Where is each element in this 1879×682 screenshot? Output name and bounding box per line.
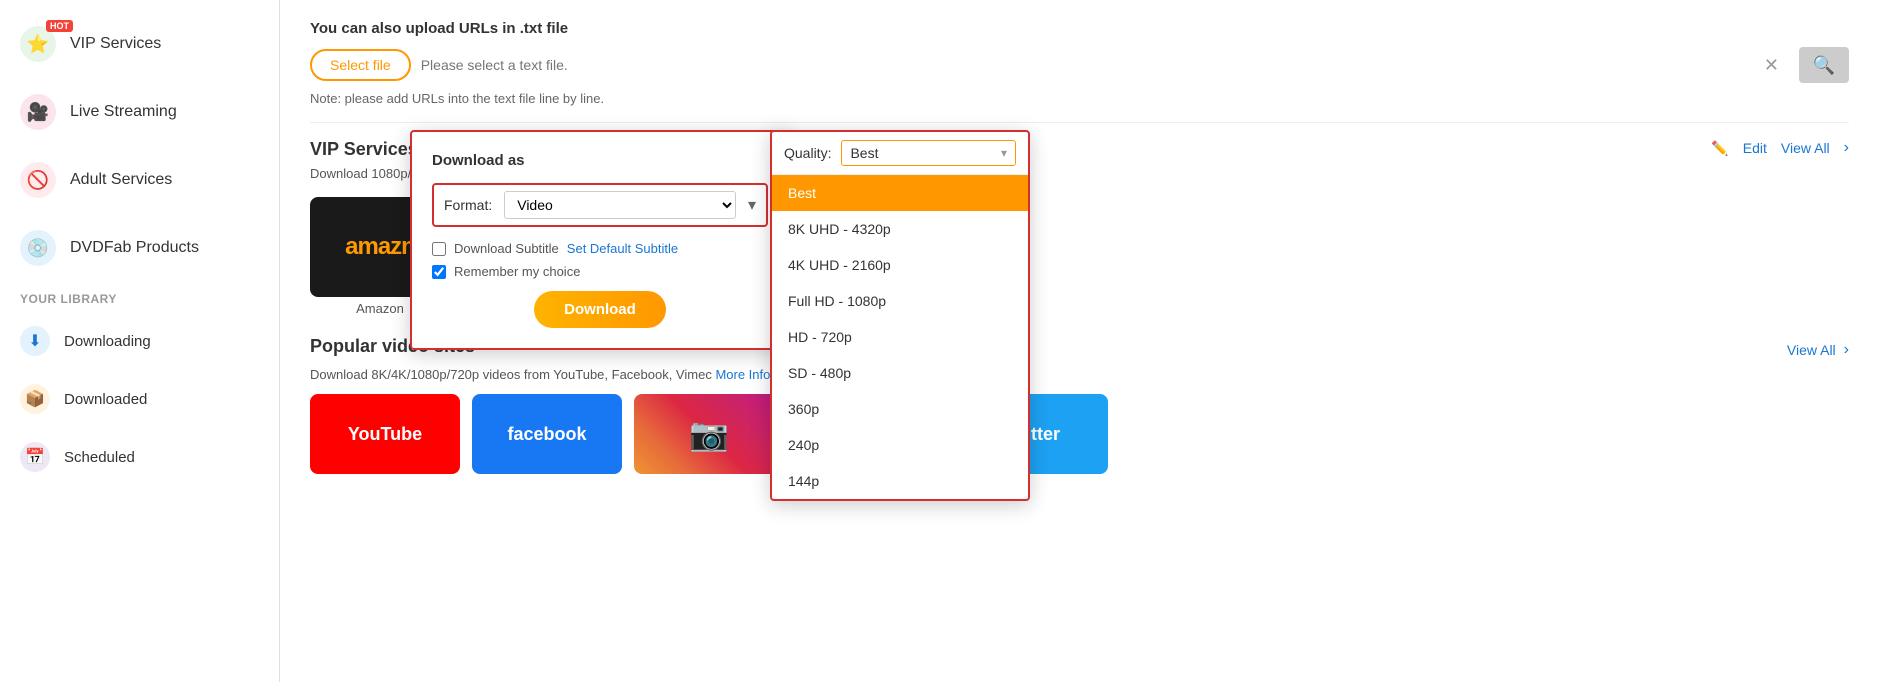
- library-section-label: YOUR LIBRARY: [0, 282, 279, 312]
- quality-option-4k[interactable]: 4K UHD - 2160p: [772, 247, 1028, 283]
- subtitle-label: Download Subtitle: [454, 241, 559, 256]
- url-text-input[interactable]: [421, 57, 1754, 73]
- youtube-logo: YouTube: [348, 424, 422, 445]
- downloading-icon: ⬇: [20, 326, 50, 356]
- hot-badge: HOT: [46, 20, 73, 32]
- sidebar-item-dvdfab-products[interactable]: 💿 DVDFab Products: [0, 214, 279, 282]
- quality-dropdown: Quality: Best ▾ Best8K UHD - 4320p4K UHD…: [770, 130, 1030, 501]
- quality-option-hd[interactable]: HD - 720p: [772, 319, 1028, 355]
- quality-option-best[interactable]: Best: [772, 175, 1028, 211]
- sidebar-item-scheduled[interactable]: 📅 Scheduled: [0, 428, 279, 486]
- sidebar-lib-label: Scheduled: [64, 449, 135, 466]
- downloaded-icon: 📦: [20, 384, 50, 414]
- vip-section-subtitle: Download 1080p/7: [310, 166, 418, 181]
- select-file-button[interactable]: Select file: [310, 49, 411, 81]
- set-default-subtitle-link[interactable]: Set Default Subtitle: [567, 241, 678, 256]
- sidebar-item-label: Adult Services: [70, 171, 172, 189]
- sidebar-item-downloading[interactable]: ⬇ Downloading: [0, 312, 279, 370]
- url-upload-title: You can also upload URLs in .txt file: [310, 20, 1849, 37]
- close-icon[interactable]: ✕: [1764, 55, 1779, 76]
- download-dialog-title: Download as: [432, 152, 768, 169]
- download-button[interactable]: Download: [534, 291, 666, 328]
- quality-option-sd[interactable]: SD - 480p: [772, 355, 1028, 391]
- vip-actions: ✏️ Edit View All ›: [1711, 139, 1849, 157]
- search-icon: 🔍: [1813, 55, 1835, 76]
- sidebar-item-label: DVDFab Products: [70, 239, 199, 257]
- quality-header: Quality: Best ▾: [772, 132, 1028, 175]
- instagram-card[interactable]: 📷: [634, 394, 784, 474]
- popular-description: Download 8K/4K/1080p/720p videos from Yo…: [310, 367, 1849, 382]
- popular-chevron-icon[interactable]: ›: [1844, 341, 1849, 359]
- format-label: Format:: [444, 197, 492, 213]
- format-select[interactable]: Video Audio: [504, 191, 736, 219]
- format-row: Format: Video Audio ▾: [432, 183, 768, 227]
- search-button[interactable]: 🔍: [1799, 47, 1849, 83]
- amazon-logo: amazn: [345, 233, 415, 261]
- sidebar-item-downloaded[interactable]: 📦 Downloaded: [0, 370, 279, 428]
- popular-view-all-button[interactable]: View All: [1787, 342, 1836, 358]
- chevron-right-icon[interactable]: ›: [1844, 139, 1849, 157]
- sidebar-item-label: VIP Services: [70, 35, 161, 53]
- remember-checkbox[interactable]: [432, 265, 446, 279]
- quality-label: Quality:: [784, 145, 831, 161]
- quality-option-240p[interactable]: 240p: [772, 427, 1028, 463]
- quality-options-list: Best8K UHD - 4320p4K UHD - 2160pFull HD …: [772, 175, 1028, 499]
- sidebar-lib-label: Downloading: [64, 333, 151, 350]
- facebook-card[interactable]: facebook: [472, 394, 622, 474]
- scheduled-icon: 📅: [20, 442, 50, 472]
- sidebar-item-label: Live Streaming: [70, 103, 177, 121]
- format-dropdown-icon: ▾: [748, 195, 756, 215]
- popular-section: Popular video sites View All › Download …: [310, 336, 1849, 474]
- instagram-logo: 📷: [689, 415, 729, 453]
- live-streaming-icon: 🎥: [20, 94, 56, 130]
- sidebar: ⭐ VIP Services HOT 🎥 Live Streaming 🚫 Ad…: [0, 0, 280, 682]
- dvdfab-icon: 💿: [20, 230, 56, 266]
- sidebar-item-adult-services[interactable]: 🚫 Adult Services: [0, 146, 279, 214]
- sidebar-item-vip-services[interactable]: ⭐ VIP Services HOT: [0, 10, 279, 78]
- subtitle-checkbox-row: Download Subtitle Set Default Subtitle: [432, 241, 768, 256]
- url-input-row: Select file ✕ 🔍: [310, 47, 1849, 83]
- quality-option-360p[interactable]: 360p: [772, 391, 1028, 427]
- sidebar-item-live-streaming[interactable]: 🎥 Live Streaming: [0, 78, 279, 146]
- quality-selected-value: Best: [850, 145, 878, 161]
- youtube-card[interactable]: YouTube: [310, 394, 460, 474]
- quality-select-box[interactable]: Best ▾: [841, 140, 1016, 166]
- download-dialog: Download as Format: Video Audio ▾ Downlo…: [410, 130, 790, 350]
- edit-icon: ✏️: [1711, 140, 1728, 157]
- quality-dropdown-arrow: ▾: [1001, 146, 1007, 160]
- facebook-logo: facebook: [507, 424, 586, 445]
- edit-button[interactable]: Edit: [1743, 140, 1767, 156]
- adult-services-icon: 🚫: [20, 162, 56, 198]
- remember-label: Remember my choice: [454, 264, 580, 279]
- vip-section-title: VIP Services: [310, 139, 418, 160]
- subtitle-checkbox[interactable]: [432, 242, 446, 256]
- sidebar-lib-label: Downloaded: [64, 391, 147, 408]
- popular-desc-text: Download 8K/4K/1080p/720p videos from Yo…: [310, 367, 712, 382]
- url-note: Note: please add URLs into the text file…: [310, 91, 1849, 106]
- main-content: You can also upload URLs in .txt file Se…: [280, 0, 1879, 682]
- quality-option-144p[interactable]: 144p: [772, 463, 1028, 499]
- remember-checkbox-row: Remember my choice: [432, 264, 768, 279]
- url-upload-section: You can also upload URLs in .txt file Se…: [310, 20, 1849, 123]
- quality-option-8k[interactable]: 8K UHD - 4320p: [772, 211, 1028, 247]
- view-all-button[interactable]: View All: [1781, 140, 1830, 156]
- site-cards-row: YouTube facebook 📷 vimeo twitter: [310, 394, 1849, 474]
- quality-option-fullhd[interactable]: Full HD - 1080p: [772, 283, 1028, 319]
